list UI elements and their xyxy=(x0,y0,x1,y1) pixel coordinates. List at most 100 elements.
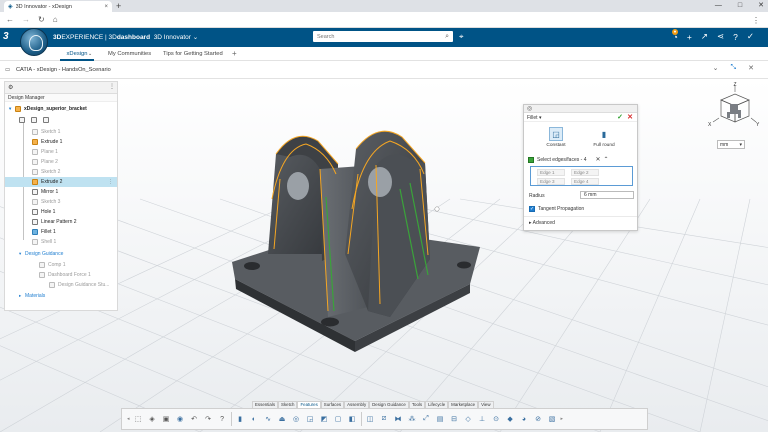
tree-item-selected[interactable]: Extrude 2 ⋮ xyxy=(5,177,117,187)
revolve-icon[interactable]: ◐ xyxy=(249,414,260,425)
home-icon[interactable]: ⌂ xyxy=(53,15,58,24)
undo-icon[interactable]: ↶ xyxy=(189,414,200,425)
view-cube[interactable]: Z X Y xyxy=(705,82,761,132)
pin-icon[interactable]: ◎ xyxy=(527,105,532,112)
collapse-icon[interactable]: ⌄ xyxy=(713,64,719,72)
material-icon[interactable]: ◕ xyxy=(519,414,530,425)
tab-surfaces[interactable]: Surfaces xyxy=(320,401,345,408)
save-icon[interactable]: ▣ xyxy=(161,414,172,425)
panel-drag-bar[interactable]: ◎ xyxy=(524,105,637,113)
hole-icon[interactable]: ◎ xyxy=(291,414,302,425)
mirror-icon[interactable]: ⧓ xyxy=(393,414,404,425)
select-icon[interactable]: ⬚ xyxy=(133,414,144,425)
tree-item[interactable]: Sketch 2 xyxy=(5,167,117,177)
chevron-down-icon[interactable]: ⌄ xyxy=(88,47,92,61)
tree-item[interactable]: Sketch 1 xyxy=(5,127,117,137)
tab-features[interactable]: Features xyxy=(297,401,321,408)
rib-icon[interactable]: ⊟ xyxy=(449,414,460,425)
tree-item[interactable]: Mirror 1 xyxy=(5,187,117,197)
tab-my-communities[interactable]: My Communities xyxy=(108,47,151,61)
sweep-icon[interactable]: ∿ xyxy=(263,414,274,425)
tab-marketplace[interactable]: Marketplace xyxy=(448,401,479,408)
filter-icon[interactable] xyxy=(19,117,25,123)
chevron-down-icon[interactable]: ⌄ xyxy=(193,34,198,41)
maximize-button[interactable]: □ xyxy=(738,2,742,9)
tree-item[interactable]: Dashboard Force 1 xyxy=(5,270,117,280)
tab-tools[interactable]: Tools xyxy=(408,401,426,408)
chevron-up-icon[interactable]: ⌃ xyxy=(604,156,609,163)
reload-icon[interactable]: ↻ xyxy=(38,15,45,24)
tangent-propagation-checkbox[interactable]: ✓ xyxy=(529,206,535,212)
browser-menu-icon[interactable]: ⋮ xyxy=(752,16,760,25)
forward-icon[interactable]: → xyxy=(22,15,30,24)
edge-chip[interactable]: Edge 4 xyxy=(571,178,599,185)
compass-icon[interactable] xyxy=(20,28,48,56)
extrude-icon[interactable]: ▮ xyxy=(235,414,246,425)
new-tab-button[interactable]: + xyxy=(116,1,121,11)
tree-item[interactable]: Sketch 3 xyxy=(5,197,117,207)
axis-icon[interactable]: ⊥ xyxy=(477,414,488,425)
mode-full-round-button[interactable]: ▮ Full round xyxy=(589,127,619,149)
section-icon[interactable]: ⊘ xyxy=(533,414,544,425)
tree-item[interactable]: Extrude 1 xyxy=(5,137,117,147)
search-input[interactable] xyxy=(317,33,437,40)
back-icon[interactable]: ← xyxy=(6,15,14,24)
cancel-button[interactable]: ✕ xyxy=(627,113,633,121)
tab-design-guidance[interactable]: Design Guidance xyxy=(369,401,409,408)
tab-assembly[interactable]: Assembly xyxy=(344,401,370,408)
tree-item[interactable]: Linear Pattern 2 xyxy=(5,217,117,227)
tree-item[interactable]: Fillet 1 xyxy=(5,227,117,237)
fillet-icon[interactable]: ◲ xyxy=(305,414,316,425)
tree-item[interactable]: Plane 2 xyxy=(5,157,117,167)
close-window-button[interactable]: ✕ xyxy=(758,1,764,9)
measure-icon[interactable]: ◈ xyxy=(147,414,158,425)
tab-sketch[interactable]: Sketch xyxy=(278,401,298,408)
apps-icon[interactable]: ✓ xyxy=(747,31,754,42)
tree-item[interactable]: Hole 1 xyxy=(5,207,117,217)
item-menu-icon[interactable]: ⋮ xyxy=(108,179,113,185)
split-icon[interactable]: ⧄ xyxy=(379,414,390,425)
tag-icon[interactable]: ⌖ xyxy=(459,32,464,42)
app-name[interactable]: 3D Innovator xyxy=(154,34,191,41)
pattern-icon[interactable]: ⁂ xyxy=(407,414,418,425)
edge-chip[interactable]: Edge 2 xyxy=(571,169,599,176)
loft-icon[interactable]: ⏏ xyxy=(277,414,288,425)
edge-chip[interactable]: Edge 3 xyxy=(537,178,565,185)
chamfer-icon[interactable]: ◩ xyxy=(319,414,330,425)
point-icon[interactable]: ⊙ xyxy=(491,414,502,425)
tree-root[interactable]: ▾ xDesign_superior_bracket xyxy=(5,104,117,114)
mode-constant-button[interactable]: ◲ Constant xyxy=(541,127,571,148)
tab-lifecycle[interactable]: Lifecycle xyxy=(425,401,449,408)
filter-icon[interactable] xyxy=(43,117,49,123)
tree-materials[interactable]: ▸ Materials xyxy=(5,291,117,301)
chevron-down-icon[interactable]: ▾ xyxy=(539,115,542,121)
help-icon[interactable]: ? xyxy=(733,32,738,42)
share-icon[interactable]: ↗ xyxy=(701,31,708,42)
render-icon[interactable]: ◆ xyxy=(505,414,516,425)
tree-menu-icon[interactable]: ⋮ xyxy=(109,83,115,90)
scale-icon[interactable]: ⤢ xyxy=(421,414,432,425)
units-select[interactable]: mm xyxy=(717,140,745,149)
radius-input[interactable]: 6 mm xyxy=(580,191,634,199)
redo-icon[interactable]: ↷ xyxy=(203,414,214,425)
plane-icon[interactable]: ◇ xyxy=(463,414,474,425)
tab-essentials[interactable]: Essentials xyxy=(252,401,279,408)
fullscreen-icon[interactable]: ⤡ xyxy=(731,64,737,72)
filter-icon[interactable] xyxy=(31,117,37,123)
tree-design-guidance[interactable]: ▾ Design Guidance xyxy=(5,249,117,259)
tree-item[interactable]: Design Guidance Stu... xyxy=(5,280,117,290)
browser-tab[interactable]: ◈ 3D Innovator - xDesign × xyxy=(4,1,112,12)
edge-chip[interactable]: Edge 1 xyxy=(537,169,565,176)
search-icon[interactable]: ⌕ xyxy=(445,33,449,41)
tree-settings-icon[interactable]: ⚙ xyxy=(8,84,13,91)
draft-icon[interactable]: ◧ xyxy=(347,414,358,425)
advanced-toggle[interactable]: ▸ Advanced xyxy=(529,220,555,226)
help-icon[interactable]: ? xyxy=(217,414,228,425)
ok-button[interactable]: ✓ xyxy=(617,113,623,121)
tree-item[interactable]: Plane 1 xyxy=(5,147,117,157)
close-tab-icon[interactable]: × xyxy=(104,4,108,10)
plus-icon[interactable]: + xyxy=(687,32,692,42)
shell-icon[interactable]: ▢ xyxy=(333,414,344,425)
tab-view[interactable]: View xyxy=(478,401,494,408)
action-bar-left-arrow[interactable]: ◂ xyxy=(127,416,130,422)
